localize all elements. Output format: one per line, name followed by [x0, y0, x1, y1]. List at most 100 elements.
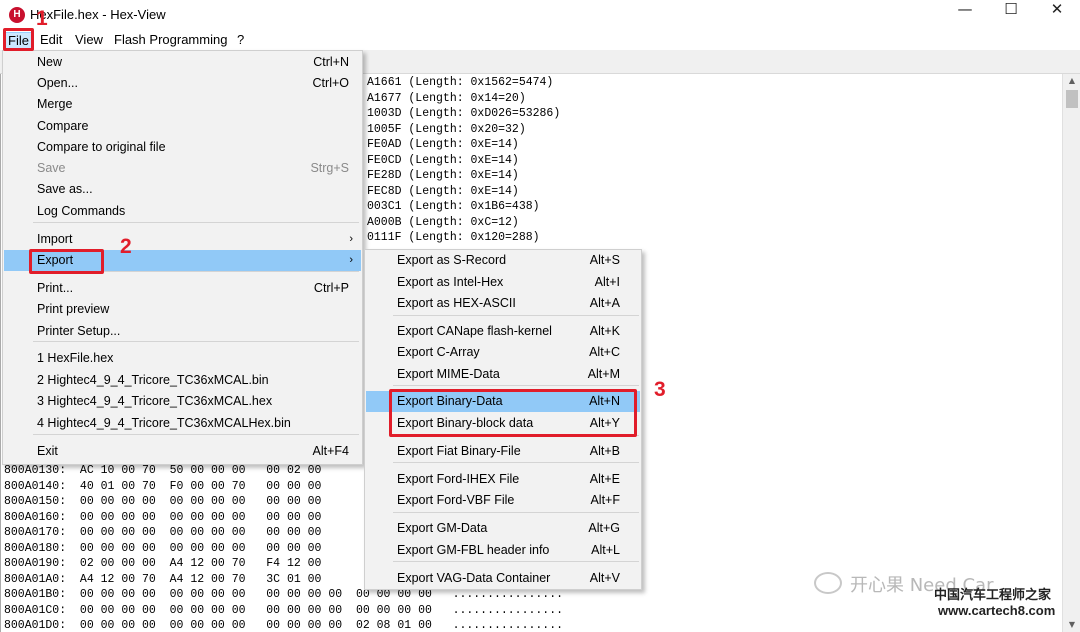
log-line: 1005F (Length: 0x20=32) [367, 122, 526, 136]
file-menu-item-exit[interactable]: Exit Alt+F4 [4, 441, 361, 462]
watermark-site-url: www.cartech8.com [938, 603, 1056, 618]
log-line: 003C1 (Length: 0x1B6=438) [367, 200, 540, 213]
menu-item-shortcut: Alt+F4 [312, 444, 349, 458]
menu-item-shortcut: Alt+B [589, 444, 620, 458]
export-menu-item-export-vag-data-container[interactable]: Export VAG-Data Container Alt+V [366, 568, 640, 589]
menu-item-shortcut: Alt+G [588, 521, 620, 535]
menu-item-label: Export VAG-Data Container [397, 571, 551, 585]
export-menu-item-export-c-array[interactable]: Export C-Array Alt+C [366, 342, 640, 363]
file-menu-item-save[interactable]: Save Strg+S [4, 158, 361, 179]
file-menu-item-print-preview[interactable]: Print preview [4, 299, 361, 320]
menu-item-label: Export GM-FBL header info [397, 543, 550, 557]
vertical-scrollbar[interactable]: ▲ ▼ [1062, 74, 1080, 632]
submenu-arrow-icon: › [349, 254, 353, 266]
menu-item-shortcut: Ctrl+P [313, 281, 349, 295]
menu-item-shortcut: Alt+L [591, 543, 620, 557]
menu-item-label: Exit [37, 444, 58, 458]
menu-item-label: Import [37, 232, 73, 246]
scroll-down-icon[interactable]: ▼ [1063, 618, 1080, 632]
menu-item-label: Export C-Array [397, 345, 480, 359]
menu-separator [393, 512, 639, 513]
annotation-number-2: 2 [120, 235, 132, 258]
menu-flash-programming[interactable]: Flash Programming [110, 32, 231, 50]
menu-separator [393, 561, 639, 562]
menu-item-label: Export Ford-VBF File [397, 493, 515, 507]
menu-item-label: Print... [37, 281, 74, 295]
export-menu-item-export-as-intel-hex[interactable]: Export as Intel-Hex Alt+I [366, 272, 640, 293]
menu-item-label: Export as HEX-ASCII [397, 296, 516, 310]
hex-row: 800A0160: 00 00 00 00 00 00 00 00 00 00 … [4, 510, 322, 524]
export-menu-item-export-ford-ihex-file[interactable]: Export Ford-IHEX File Alt+E [366, 469, 640, 490]
hex-row: 800A0170: 00 00 00 00 00 00 00 00 00 00 … [4, 526, 322, 539]
maximize-button[interactable]: ☐ [988, 0, 1034, 30]
menu-item-shortcut: Alt+I [594, 275, 620, 289]
wechat-watermark-icon [814, 572, 842, 594]
file-menu-item-compare-to-original-file[interactable]: Compare to original file [4, 137, 361, 158]
menu-item-label: Compare [37, 119, 89, 133]
menu-item-label: 4 Hightec4_9_4_Tricore_TC36xMCALHex.bin [37, 416, 291, 430]
menu-item-label: Print preview [37, 302, 110, 316]
menu-item-shortcut: Alt+E [589, 472, 620, 486]
hex-row: 800A01C0: 00 00 00 00 00 00 00 00 00 00 … [4, 603, 563, 617]
file-menu-item-log-commands[interactable]: Log Commands [4, 201, 361, 222]
annotation-box-file [3, 28, 34, 51]
file-menu-item-compare[interactable]: Compare [4, 116, 361, 137]
menu-item-label: Export Ford-IHEX File [397, 472, 520, 486]
menu-bar: File Edit View Flash Programming ? [0, 30, 1080, 50]
hex-row: 800A01A0: A4 12 00 70 A4 12 00 70 3C 01 … [4, 572, 322, 586]
log-line: 0111F (Length: 0x120=288) [367, 231, 540, 244]
export-menu-item-export-as-hex-ascii[interactable]: Export as HEX-ASCII Alt+A [366, 293, 640, 314]
annotation-box-binary-export [389, 389, 637, 437]
export-menu-item-export-canape-flash-kernel[interactable]: Export CANape flash-kernel Alt+K [366, 321, 640, 342]
log-line: FE28D (Length: 0xE=14) [367, 169, 519, 182]
menu-item-label: Compare to original file [37, 140, 166, 154]
menu-item-label: Export GM-Data [397, 521, 488, 535]
export-menu-item-export-as-s-record[interactable]: Export as S-Record Alt+S [366, 250, 640, 271]
file-menu-item-save-as[interactable]: Save as... [4, 179, 361, 200]
menu-item-label: Export as S-Record [397, 253, 507, 267]
menu-edit[interactable]: Edit [36, 32, 66, 50]
hex-row: 800A01D0: 00 00 00 00 00 00 00 00 00 00 … [4, 619, 563, 632]
submenu-arrow-icon: › [349, 233, 353, 245]
menu-item-label: Save as... [37, 182, 93, 196]
file-menu-item-import[interactable]: Import › [4, 229, 361, 250]
export-menu-item-export-gm-data[interactable]: Export GM-Data Alt+G [366, 518, 640, 539]
log-line: 1003D (Length: 0xD026=53286) [367, 107, 561, 120]
file-menu-item-2-hightec4-9-4-tricore-tc36xmcal-bin[interactable]: 2 Hightec4_9_4_Tricore_TC36xMCAL.bin [4, 370, 361, 391]
app-logo-icon: H [9, 7, 25, 23]
menu-item-label: Export MIME-Data [397, 367, 500, 381]
file-menu-item-4-hightec4-9-4-tricore-tc36xmcalhex-bin[interactable]: 4 Hightec4_9_4_Tricore_TC36xMCALHex.bin [4, 413, 361, 434]
file-menu-item-1-hexfile-hex[interactable]: 1 HexFile.hex [4, 348, 361, 369]
scroll-thumb[interactable] [1066, 90, 1078, 108]
file-menu-item-printer-setup[interactable]: Printer Setup... [4, 321, 361, 342]
menu-item-shortcut: Ctrl+O [312, 76, 349, 90]
file-menu-item-print[interactable]: Print... Ctrl+P [4, 278, 361, 299]
menu-separator [33, 434, 359, 435]
menu-item-label: Printer Setup... [37, 324, 121, 338]
file-menu-item-merge[interactable]: Merge [4, 94, 361, 115]
hex-row: 800A0150: 00 00 00 00 00 00 00 00 00 00 … [4, 495, 322, 508]
menu-item-shortcut: Alt+A [589, 296, 620, 310]
log-line: FEC8D (Length: 0xE=14) [367, 184, 519, 198]
export-menu-item-export-mime-data[interactable]: Export MIME-Data Alt+M [366, 364, 640, 385]
file-menu-item-open[interactable]: Open... Ctrl+O [4, 73, 361, 94]
log-line: FE0AD (Length: 0xE=14) [367, 138, 519, 151]
export-menu-item-export-ford-vbf-file[interactable]: Export Ford-VBF File Alt+F [366, 490, 640, 511]
export-menu-item-export-gm-fbl-header-info[interactable]: Export GM-FBL header info Alt+L [366, 540, 640, 561]
export-menu-item-export-fiat-binary-file[interactable]: Export Fiat Binary-File Alt+B [366, 441, 640, 462]
hex-row: 800A0180: 00 00 00 00 00 00 00 00 00 00 … [4, 541, 322, 555]
menu-item-shortcut: Alt+M [587, 367, 620, 381]
minimize-button[interactable]: — [942, 0, 988, 30]
menu-view[interactable]: View [71, 32, 107, 50]
menu-item-shortcut: Alt+S [589, 253, 620, 267]
menu-item-shortcut: Strg+S [310, 161, 349, 175]
menu-separator [33, 222, 359, 223]
close-button[interactable]: ✕ [1034, 0, 1080, 30]
scroll-up-icon[interactable]: ▲ [1063, 74, 1080, 88]
menu-help[interactable]: ? [233, 32, 248, 50]
annotation-number-1: 1 [36, 7, 48, 30]
file-menu-item-3-hightec4-9-4-tricore-tc36xmcal-hex[interactable]: 3 Hightec4_9_4_Tricore_TC36xMCAL.hex [4, 391, 361, 412]
log-line: A000B (Length: 0xC=12) [367, 215, 519, 229]
log-line: A1661 (Length: 0x1562=5474) [367, 76, 554, 89]
file-menu-item-new[interactable]: New Ctrl+N [4, 52, 361, 73]
